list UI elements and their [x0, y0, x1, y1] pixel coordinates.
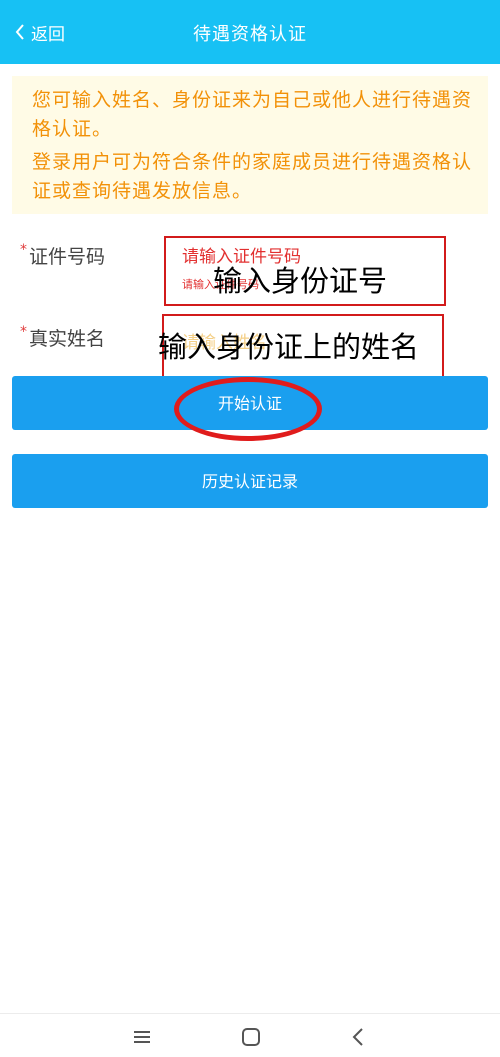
menu-icon[interactable] [129, 1024, 155, 1050]
system-nav-bar [0, 1013, 500, 1057]
id-number-label-text: 证件号码 [29, 246, 106, 268]
back-chevron-icon[interactable] [346, 1024, 372, 1050]
name-annotation-text: 输入身份证上的姓名 [158, 330, 420, 364]
real-name-label: * 真实姓名 [20, 324, 105, 351]
real-name-label-text: 真实姓名 [29, 328, 106, 350]
verification-history-button[interactable]: 历史认证记录 [12, 454, 488, 508]
page: 返回 待遇资格认证 您可输入姓名、身份证来为自己或他人进行待遇资格认证。 登录用… [0, 0, 500, 1057]
notice-line-1: 您可输入姓名、身份证来为自己或他人进行待遇资格认证。 [32, 89, 473, 140]
required-mark: * [20, 242, 27, 258]
id-annotation-text: 输入身份证号 [213, 264, 388, 298]
required-mark: * [20, 324, 27, 340]
home-square-icon[interactable] [238, 1024, 264, 1050]
page-title: 待遇资格认证 [193, 24, 307, 45]
app-header: 返回 待遇资格认证 [0, 0, 500, 64]
notice-box: 您可输入姓名、身份证来为自己或他人进行待遇资格认证。 登录用户可为符合条件的家庭… [12, 76, 488, 214]
start-verification-button[interactable]: 开始认证 [12, 376, 488, 430]
notice-line-2: 登录用户可为符合条件的家庭成员进行待遇资格认证或查询待遇发放信息。 [32, 151, 473, 202]
id-number-label: * 证件号码 [20, 242, 105, 269]
